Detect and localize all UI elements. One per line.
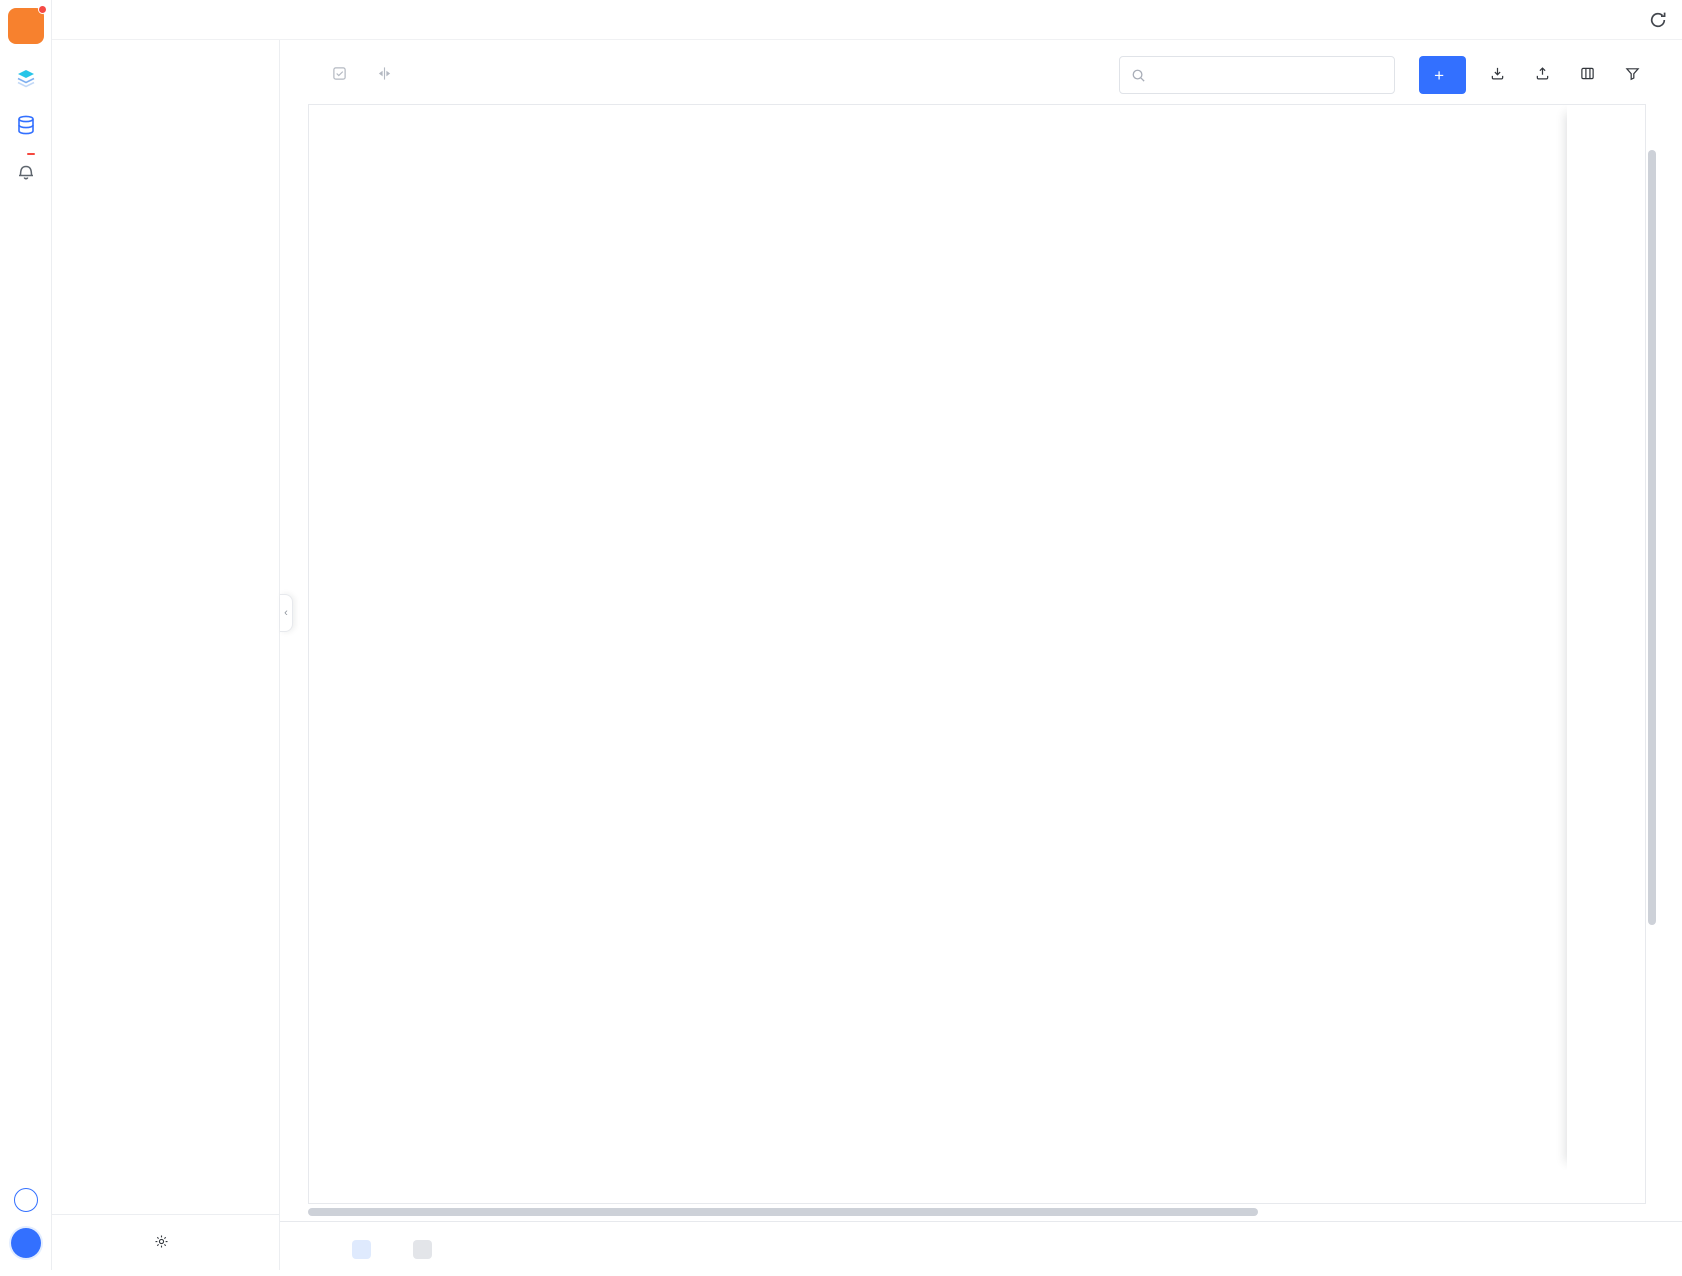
export-button[interactable]: [1535, 66, 1556, 84]
table-body: [309, 147, 1645, 1170]
create-order-button[interactable]: +: [1419, 56, 1466, 94]
database-icon[interactable]: [15, 114, 37, 136]
notification-count-badge: [25, 152, 36, 156]
app-logo[interactable]: [7, 5, 47, 44]
search-icon: [1132, 69, 1145, 82]
footer-bar: [280, 1221, 1682, 1276]
batch-operate-button[interactable]: [332, 66, 353, 84]
table-summary-row: [308, 1170, 1646, 1204]
rail-nav: [15, 68, 37, 182]
rail-bottom: [0, 1188, 51, 1258]
sidebar-collapse-handle[interactable]: ‹: [280, 594, 293, 632]
gear-icon: [154, 1234, 169, 1252]
tabbar-right: [1635, 0, 1682, 39]
sidebar-footer: [52, 1214, 279, 1270]
checkbox-check-icon: [332, 66, 347, 84]
data-compare-button[interactable]: [377, 66, 398, 84]
horizontal-scroll-track: [308, 1208, 1646, 1216]
notification-dot: [37, 5, 47, 14]
order-table: [308, 104, 1646, 1170]
app-window: ‹ +: [0, 0, 1682, 1270]
horizontal-scrollbar[interactable]: [308, 1208, 1258, 1216]
repeat-order-badge-icon: [352, 1239, 371, 1259]
filter-button[interactable]: [1625, 66, 1646, 84]
sidebar: [52, 40, 280, 1270]
layers-icon[interactable]: [15, 68, 37, 90]
info-badge-icon: [413, 1239, 432, 1259]
search-input[interactable]: [1154, 67, 1384, 83]
export-icon: [1535, 66, 1550, 84]
badge-legend: [352, 1239, 446, 1259]
bell-icon[interactable]: [15, 152, 37, 182]
legend-more-info: [413, 1239, 446, 1259]
refresh-icon[interactable]: [1648, 10, 1668, 30]
compare-icon: [377, 66, 392, 84]
help-icon[interactable]: [13, 1188, 38, 1212]
plus-icon: +: [1434, 65, 1444, 85]
tab-bar: [52, 0, 1682, 40]
more-actions-button[interactable]: [154, 1234, 177, 1252]
main-content: +: [280, 40, 1682, 1270]
table-header-row: [309, 105, 1645, 147]
funnel-icon: [1625, 66, 1640, 84]
import-button[interactable]: [1490, 66, 1511, 84]
vertical-scrollbar[interactable]: [1648, 150, 1656, 925]
toolbar: +: [280, 40, 1682, 94]
row-actions-column: [1567, 105, 1645, 1170]
import-icon: [1490, 66, 1505, 84]
legend-repeat-order: [352, 1239, 385, 1259]
search-box: [1119, 56, 1396, 94]
left-rail: [0, 0, 52, 1270]
field-config-button[interactable]: [1580, 66, 1601, 84]
toolbar-right: +: [1119, 56, 1646, 94]
columns-icon: [1580, 66, 1595, 84]
avatar[interactable]: [10, 1228, 41, 1258]
